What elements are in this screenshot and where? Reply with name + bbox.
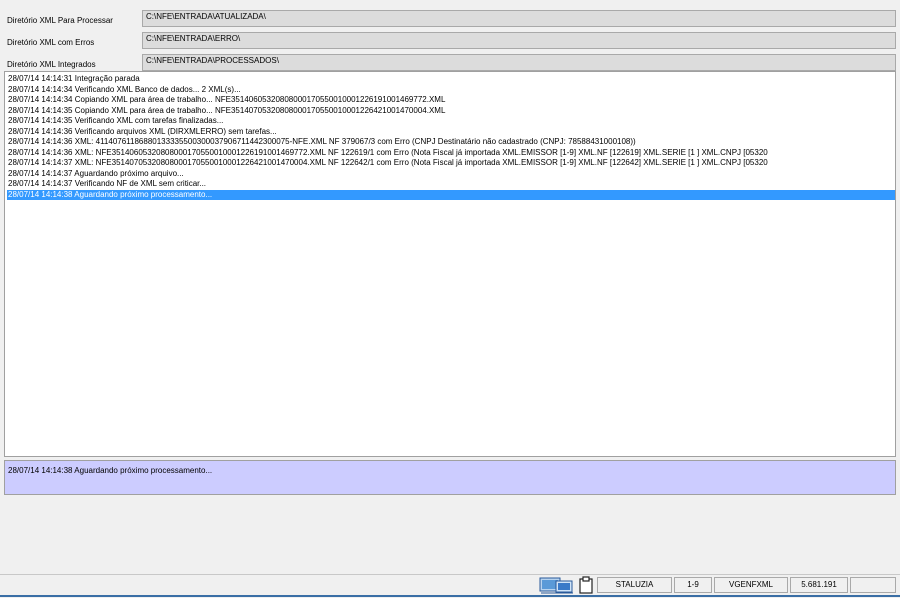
clipboard-icon[interactable] xyxy=(577,576,595,594)
version-cell: 5.681.191 xyxy=(790,577,848,593)
log-line[interactable]: 28/07/14 14:14:31 Integração parada xyxy=(7,74,895,84)
log-line[interactable]: 28/07/14 14:14:38 Aguardando próximo pro… xyxy=(7,189,895,200)
branch-cell: 1-9 xyxy=(674,577,712,593)
log-line[interactable]: 28/07/14 14:14:37 Verificando NF de XML … xyxy=(7,179,895,189)
log-line[interactable]: 28/07/14 14:14:36 XML: NFE35140605320808… xyxy=(7,148,895,158)
log-line[interactable]: 28/07/14 14:14:34 Copiando XML para área… xyxy=(7,95,895,105)
dir-row-integrados: Diretório XML Integrados C:\NFE\ENTRADA\… xyxy=(0,48,900,71)
user-cell: STALUZIA xyxy=(597,577,672,593)
network-icon[interactable] xyxy=(539,576,575,594)
dir-field-integrados[interactable]: C:\NFE\ENTRADA\PROCESSADOS\ xyxy=(142,54,896,71)
dir-label-integrados: Diretório XML Integrados xyxy=(7,60,96,69)
log-list[interactable]: 28/07/14 14:14:31 Integração parada 28/07… xyxy=(4,71,896,457)
status-message: 28/07/14 14:14:38 Aguardando próximo pro… xyxy=(8,466,213,475)
log-line[interactable]: 28/07/14 14:14:34 Verificando XML Banco … xyxy=(7,85,895,95)
log-line[interactable]: 28/07/14 14:14:35 Verificando XML com ta… xyxy=(7,116,895,126)
log-line[interactable]: 28/07/14 14:14:35 Copiando XML para área… xyxy=(7,106,895,116)
program-cell: VGENFXML xyxy=(714,577,788,593)
empty-cell xyxy=(850,577,896,593)
dir-field-processar[interactable]: C:\NFE\ENTRADA\ATUALIZADA\ xyxy=(142,10,896,27)
log-line[interactable]: 28/07/14 14:14:37 XML: NFE35140705320808… xyxy=(7,158,895,168)
status-panel: 28/07/14 14:14:38 Aguardando próximo pro… xyxy=(4,460,896,495)
log-line[interactable]: 28/07/14 14:14:37 Aguardando próximo arq… xyxy=(7,169,895,179)
dir-row-erros: Diretório XML com Erros C:\NFE\ENTRADA\E… xyxy=(0,26,900,49)
log-line[interactable]: 28/07/14 14:14:36 XML: 41140761186880133… xyxy=(7,137,895,147)
dir-row-processar: Diretório XML Para Processar C:\NFE\ENTR… xyxy=(0,4,900,27)
dir-label-processar: Diretório XML Para Processar xyxy=(7,16,113,25)
log-line[interactable]: 28/07/14 14:14:36 Verificando arquivos X… xyxy=(7,127,895,137)
dir-label-erros: Diretório XML com Erros xyxy=(7,38,95,47)
dir-field-erros[interactable]: C:\NFE\ENTRADA\ERRO\ xyxy=(142,32,896,49)
